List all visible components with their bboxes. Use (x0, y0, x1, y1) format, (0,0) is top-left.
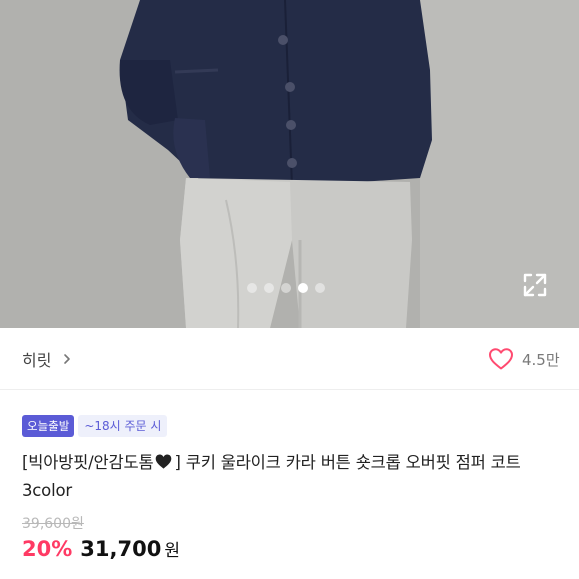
price-row: 20% 31,700 원 (22, 536, 180, 566)
discount-rate: 20% (22, 537, 73, 561)
title-prefix: [빅아방핏/안감도톰 (22, 453, 154, 472)
seller-row: 히릿 4.5만 (0, 328, 579, 390)
heart-outline-icon (489, 348, 513, 370)
product-title: [빅아방핏/안감도톰] 쿠키 울라이크 카라 버튼 숏크롭 오버핏 점퍼 코트 … (22, 449, 552, 505)
sale-price: 31,700 (80, 537, 162, 561)
chevron-right-icon (64, 354, 71, 364)
product-image[interactable] (0, 0, 579, 328)
currency-unit: 원 (164, 541, 180, 561)
seller-link[interactable]: 히릿 (22, 348, 73, 370)
like-count: 4.5만 (522, 350, 560, 369)
original-price: 39,600원 (22, 516, 84, 532)
expand-arrows-icon[interactable] (520, 270, 550, 300)
pagination-dot[interactable] (315, 283, 325, 293)
seller-name[interactable]: 히릿 (22, 347, 51, 371)
product-photo-illustration (0, 0, 579, 328)
pagination-dot[interactable] (264, 283, 274, 293)
gallery-pagination (247, 283, 325, 293)
like-button[interactable]: 4.5만 (488, 346, 560, 372)
pagination-dot-active[interactable] (298, 283, 308, 293)
pagination-dot[interactable] (247, 283, 257, 293)
order-cutoff-badge: ~18시 주문 시 (78, 415, 168, 437)
black-heart-icon (156, 454, 172, 469)
delivery-badges: 오늘출발 ~18시 주문 시 (22, 415, 168, 437)
today-shipping-badge: 오늘출발 (22, 415, 75, 437)
pagination-dot[interactable] (281, 283, 291, 293)
